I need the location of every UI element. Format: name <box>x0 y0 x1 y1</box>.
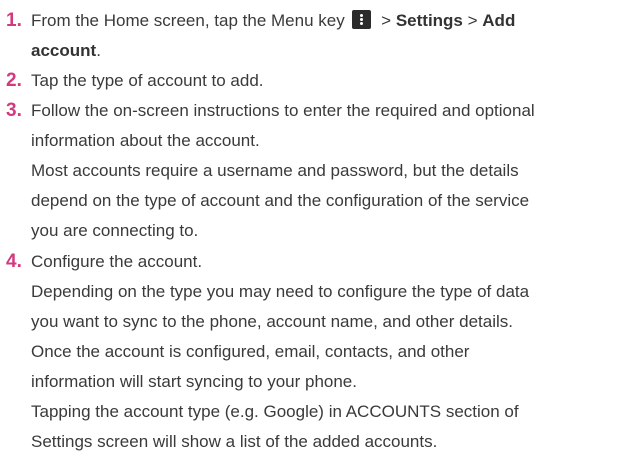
step-number: 3. <box>6 100 22 121</box>
step-text: Once the account is configured, email, c… <box>31 342 470 361</box>
step-text: depend on the type of account and the co… <box>31 191 530 210</box>
step-text: information will start syncing to your p… <box>31 372 357 391</box>
settings-label: Settings <box>395 11 463 30</box>
separator: > <box>381 11 396 30</box>
period: . <box>96 41 101 60</box>
step-text: you want to sync to the phone, account n… <box>31 312 513 331</box>
step-text: Most accounts require a username and pas… <box>31 161 519 180</box>
step-text: Follow the on-screen instructions to ent… <box>31 101 535 120</box>
step-text: Tapping the account type (e.g. Google) i… <box>31 402 519 421</box>
step-text: Settings screen will show a list of the … <box>31 432 438 451</box>
separator: > <box>467 11 483 30</box>
step-number: 2. <box>6 70 22 91</box>
step-text: Configure the account. <box>31 252 203 271</box>
step-number: 1. <box>6 10 22 31</box>
step-text: Depending on the type you may need to co… <box>31 282 530 301</box>
add-label: Add <box>482 11 516 30</box>
step-text: Tap the type of account to add. <box>31 71 264 90</box>
step-text: you are connecting to. <box>31 221 199 240</box>
step-text: information about the account. <box>31 131 260 150</box>
step-number: 4. <box>6 251 22 272</box>
step-text: From the Home screen, tap the Menu key <box>31 11 345 30</box>
account-label: account <box>31 41 97 60</box>
menu-key-icon <box>352 10 372 29</box>
